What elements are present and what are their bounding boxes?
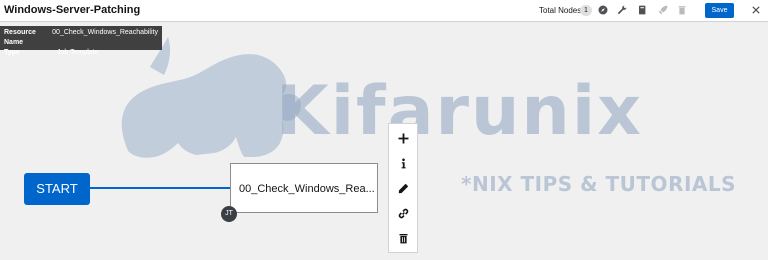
tooltip-row-type: Type Job Template <box>4 48 158 58</box>
rocket-icon[interactable] <box>657 4 669 16</box>
edit-node-button[interactable] <box>389 178 417 198</box>
pencil-icon <box>398 183 409 194</box>
resource-name-label: Resource Name <box>4 29 36 46</box>
resource-name-value: 00_Check_Windows_Reachability <box>52 29 158 36</box>
compass-icon[interactable] <box>597 4 609 16</box>
total-nodes-badge: 1 <box>580 5 592 16</box>
info-icon <box>398 158 409 169</box>
watermark: Kifarunix *NIX TIPS & TUTORIALS <box>0 23 768 260</box>
type-label: Type <box>4 49 20 56</box>
page-title: Windows-Server-Patching <box>4 4 141 16</box>
total-nodes-label: Total Nodes <box>539 6 582 15</box>
node-tooltip: Resource Name 00_Check_Windows_Reachabil… <box>0 26 162 56</box>
job-template-badge: JT <box>221 206 237 222</box>
link-icon <box>398 208 409 219</box>
plus-icon <box>398 133 409 144</box>
wrench-icon[interactable] <box>616 4 628 16</box>
start-node[interactable]: START <box>24 173 90 205</box>
header-bar: Windows-Server-Patching Total Nodes 1 Sa… <box>0 0 768 22</box>
add-node-button[interactable] <box>389 128 417 148</box>
workflow-canvas[interactable]: Kifarunix *NIX TIPS & TUTORIALS START 00… <box>0 23 768 260</box>
book-icon[interactable] <box>636 4 648 16</box>
type-value: Job Template <box>57 49 99 56</box>
node-toolbar <box>388 123 418 253</box>
watermark-tagline: *NIX TIPS & TUTORIALS <box>461 172 737 196</box>
workflow-node[interactable]: 00_Check_Windows_Rea... <box>230 163 378 213</box>
delete-node-button[interactable] <box>389 228 417 248</box>
watermark-brand: Kifarunix <box>276 72 643 151</box>
save-button[interactable]: Save <box>705 3 734 18</box>
trash-icon <box>398 233 409 244</box>
tooltip-row-resource: Resource Name 00_Check_Windows_Reachabil… <box>4 28 158 48</box>
trash-icon[interactable] <box>676 4 688 16</box>
link-node-button[interactable] <box>389 203 417 223</box>
workflow-visualizer: Windows-Server-Patching Total Nodes 1 Sa… <box>0 0 768 260</box>
close-icon[interactable] <box>750 4 762 16</box>
node-details-button[interactable] <box>389 153 417 173</box>
node-label: 00_Check_Windows_Rea... <box>239 183 375 195</box>
workflow-link[interactable] <box>90 187 230 189</box>
